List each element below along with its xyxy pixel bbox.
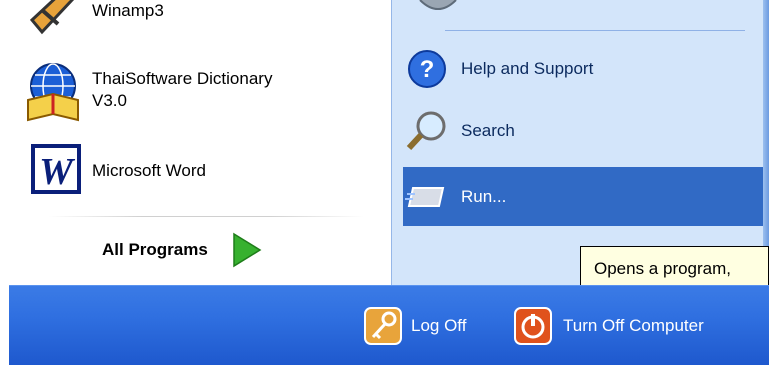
program-label-line2: V3.0 <box>92 91 127 110</box>
svg-text:?: ? <box>420 56 435 83</box>
magnifier-icon <box>403 108 451 154</box>
globe-dictionary-icon <box>27 63 79 122</box>
winamp-icon <box>29 0 75 35</box>
program-label-word: Microsoft Word <box>92 161 206 180</box>
menu-item-label: Search <box>461 121 515 140</box>
menu-item-run[interactable]: Run... <box>403 167 763 226</box>
log-off-label: Log Off <box>411 316 467 335</box>
svg-text:W: W <box>39 151 76 193</box>
separator <box>445 30 745 31</box>
power-icon <box>514 307 552 345</box>
menu-item-label: Run... <box>461 186 507 206</box>
program-label-winamp: Winamp3 <box>92 1 164 20</box>
program-label-line1: ThaiSoftware Dictionary <box>92 69 273 88</box>
key-icon <box>364 307 402 345</box>
program-item-winamp[interactable]: Winamp3 <box>22 0 164 42</box>
right-border <box>763 0 769 285</box>
turn-off-computer-button[interactable]: Turn Off Computer <box>513 306 704 346</box>
run-icon <box>403 174 451 220</box>
log-off-button[interactable]: Log Off <box>363 306 466 346</box>
program-item-microsoft-word[interactable]: W Microsoft Word <box>22 140 206 202</box>
all-programs-label: All Programs <box>102 240 208 259</box>
green-arrow-icon <box>233 232 262 268</box>
separator <box>48 216 364 217</box>
turn-off-computer-label: Turn Off Computer <box>563 316 704 335</box>
program-item-thaisoftware-dictionary[interactable]: ThaiSoftware Dictionary V3.0 <box>22 60 272 122</box>
cut-off-icon <box>419 0 457 10</box>
word-icon: W <box>31 144 81 194</box>
menu-item-label: Help and Support <box>461 59 594 78</box>
all-programs-button[interactable]: All Programs <box>92 228 264 272</box>
start-menu: Winamp3 ThaiSoftware Dictionary V3.0 W M… <box>0 0 769 365</box>
program-label-thaisoftware: ThaiSoftware Dictionary V3.0 <box>92 68 272 112</box>
menu-item-search[interactable]: Search <box>403 108 763 154</box>
help-icon: ? <box>403 46 451 92</box>
menu-item-help-and-support[interactable]: ? Help and Support <box>403 46 763 92</box>
